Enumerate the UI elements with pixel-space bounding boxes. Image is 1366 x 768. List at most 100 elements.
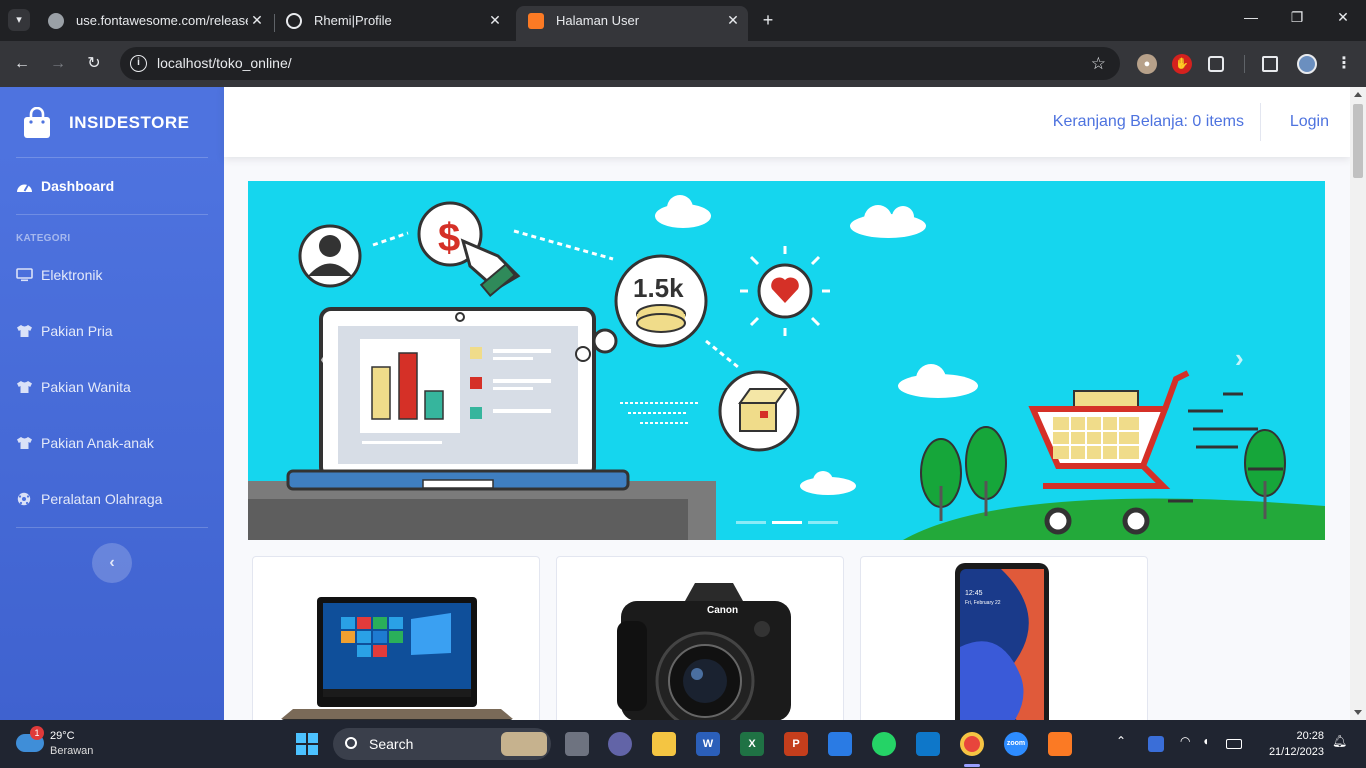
sidebar-toggle-button[interactable]: ‹	[92, 543, 132, 583]
clock-time: 20:28	[1296, 730, 1324, 742]
close-tab-icon[interactable]: ✕	[724, 6, 742, 35]
sidebar-item-dashboard[interactable]: Dashboard	[16, 172, 216, 200]
back-icon[interactable]: ←	[11, 53, 33, 75]
carousel-prev-icon[interactable]: ‹	[320, 343, 329, 374]
task-view-icon[interactable]	[565, 732, 589, 756]
address-bar[interactable]: i localhost/toko_online/ ☆	[120, 47, 1120, 80]
product-card[interactable]: 12:45 Fri, February 22	[860, 556, 1148, 720]
login-link[interactable]: Login	[1290, 87, 1329, 157]
carousel-next-icon[interactable]: ›	[1235, 343, 1244, 374]
side-panel-icon[interactable]	[1262, 56, 1278, 72]
sidebar-item-elektronik[interactable]: Elektronik	[16, 261, 216, 289]
banner-illustration: $ 1.5k	[248, 195, 1325, 540]
camera-brand-mark: Canon	[707, 605, 738, 616]
tab-title: Rhemi|Profile	[314, 13, 392, 28]
excel-icon[interactable]: X	[740, 732, 764, 756]
scroll-down-arrow[interactable]	[1354, 710, 1362, 715]
security-icon[interactable]	[1148, 736, 1164, 752]
minimize-icon[interactable]: —	[1241, 9, 1261, 25]
user-avatar-icon	[298, 224, 362, 288]
vscode-icon[interactable]	[916, 732, 940, 756]
carousel-indicator[interactable]	[736, 521, 766, 524]
tshirt-icon	[17, 381, 32, 393]
page-scrollbar[interactable]	[1350, 87, 1366, 720]
chrome-icon[interactable]	[960, 732, 984, 756]
reload-icon[interactable]: ↻	[83, 53, 105, 75]
counter-label: 1.5k	[633, 273, 684, 303]
sidebar-item-pakian-wanita[interactable]: Pakian Wanita	[16, 373, 216, 401]
close-tab-icon[interactable]: ✕	[248, 6, 266, 35]
grass-hill	[903, 498, 1325, 540]
active-app-indicator	[964, 764, 980, 767]
chrome-menu-icon[interactable]: ⋮	[1333, 53, 1355, 75]
heart-icon	[740, 246, 830, 336]
extension-owl-icon[interactable]: ●	[1137, 54, 1157, 74]
windows-start-icon[interactable]	[295, 732, 319, 756]
carousel-indicator[interactable]	[808, 521, 838, 524]
shopping-bag-icon	[24, 107, 50, 138]
browser-toolbar: ← → ↻ i localhost/toko_online/ ☆ ● ✋ ⋮	[0, 41, 1366, 87]
sidebar-divider	[16, 527, 208, 528]
topbar: Keranjang Belanja: 0 items Login	[224, 87, 1350, 157]
product-card[interactable]: Canon	[556, 556, 844, 720]
xampp-icon[interactable]	[1048, 732, 1072, 756]
tachometer-icon	[17, 184, 32, 192]
product-image-laptop	[281, 597, 513, 720]
extension-adblock-icon[interactable]: ✋	[1172, 54, 1192, 74]
sidebar-divider	[16, 157, 208, 158]
forward-icon[interactable]: →	[47, 53, 69, 75]
close-tab-icon[interactable]: ✕	[486, 6, 504, 35]
tab-halaman-user[interactable]: Halaman User ✕	[516, 6, 748, 41]
url-text[interactable]: localhost/toko_online/	[157, 47, 292, 80]
scroll-up-arrow[interactable]	[1354, 92, 1362, 97]
notification-bell-icon[interactable]: 🔔︎	[1332, 734, 1347, 748]
wifi-icon[interactable]: ◠	[1180, 734, 1190, 748]
ms-store-icon[interactable]	[828, 732, 852, 756]
banner-carousel[interactable]: $ 1.5k ‹ ›	[248, 181, 1325, 540]
topbar-divider	[1260, 103, 1261, 141]
battery-icon[interactable]	[1226, 739, 1242, 749]
site-info-icon[interactable]: i	[130, 55, 147, 72]
sidebar-heading: KATEGORI	[16, 233, 71, 244]
search-label: Search	[369, 736, 414, 752]
sidebar-item-label: Pakian Pria	[41, 323, 113, 339]
profile-avatar[interactable]	[1297, 54, 1317, 74]
scrollbar-thumb[interactable]	[1353, 104, 1363, 178]
tshirt-icon	[17, 325, 32, 337]
search-highlight-icon	[501, 732, 547, 756]
sidebar-item-pakian-pria[interactable]: Pakian Pria	[16, 317, 216, 345]
whatsapp-icon[interactable]	[872, 732, 896, 756]
dollar-coin-icon: $	[417, 201, 521, 298]
zoom-icon[interactable]: zoom	[1004, 732, 1028, 756]
volume-icon[interactable]: ◖	[1202, 734, 1209, 748]
file-explorer-icon[interactable]	[652, 732, 676, 756]
product-card[interactable]	[252, 556, 540, 720]
phone-screen-date: Fri, February 22	[965, 600, 1001, 606]
restore-icon[interactable]: ❐	[1287, 9, 1307, 26]
meet-icon[interactable]	[608, 732, 632, 756]
bookmark-star-icon[interactable]: ☆	[1091, 47, 1106, 80]
tab-search-button[interactable]: ▾	[8, 9, 30, 31]
extensions-puzzle-icon[interactable]	[1208, 56, 1224, 72]
tab-profile[interactable]: Rhemi|Profile ✕	[274, 6, 510, 41]
tray-overflow-icon[interactable]: ⌃	[1116, 734, 1126, 748]
word-icon[interactable]: W	[696, 732, 720, 756]
sidebar-item-peralatan-olahraga[interactable]: Peralatan Olahraga	[16, 485, 216, 513]
brand-name: INSIDESTORE	[69, 113, 190, 132]
carousel-indicator[interactable]	[772, 521, 802, 524]
powerpoint-icon[interactable]: P	[784, 732, 808, 756]
close-window-icon[interactable]: ✕	[1333, 9, 1353, 26]
tshirt-icon	[17, 437, 32, 449]
sidebar: INSIDESTORE Dashboard KATEGORI Elektroni…	[0, 87, 224, 720]
sidebar-item-pakian-anak[interactable]: Pakian Anak-anak	[16, 429, 216, 457]
taskbar-clock[interactable]: 20:28 21/12/2023	[1269, 728, 1324, 760]
weather-temp: 29°C	[50, 730, 75, 742]
desktop-icon	[16, 268, 33, 282]
taskbar-search[interactable]: Search	[333, 728, 551, 760]
cart-link[interactable]: Keranjang Belanja: 0 items	[1053, 87, 1244, 157]
package-box-icon	[718, 370, 800, 452]
xampp-icon	[528, 13, 544, 29]
speed-lines	[620, 402, 698, 424]
new-tab-button[interactable]: +	[758, 9, 778, 31]
tab-fontawesome[interactable]: use.fontawesome.com/releases/ ✕	[36, 6, 272, 41]
